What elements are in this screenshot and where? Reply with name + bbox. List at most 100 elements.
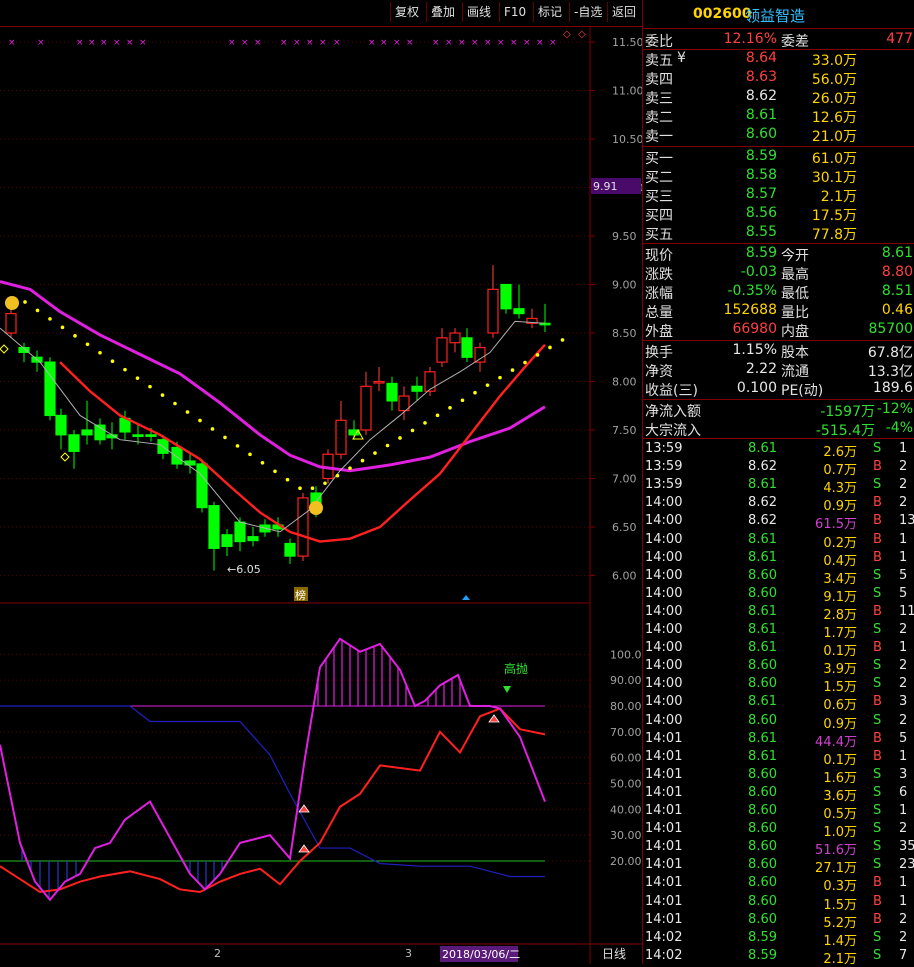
tick-row[interactable]: 14:01 8.60 3.6万 S 6 (643, 784, 914, 804)
signal-x-mark: × (293, 38, 301, 48)
candle-body (297, 497, 309, 557)
overlay-button[interactable]: 叠加 (426, 2, 459, 22)
tick-row[interactable]: 14:01 8.61 0.1万 B 1 (643, 748, 914, 768)
tick-count: 5 (899, 730, 908, 746)
tick-row[interactable]: 14:00 8.60 9.1万 S 5 (643, 585, 914, 605)
tick-row[interactable]: 13:59 8.61 2.6万 S 1 (643, 440, 914, 460)
stat-label: 总量 (645, 305, 673, 321)
stat-value: 85700 (868, 321, 913, 337)
tick-price: 8.59 (748, 947, 777, 963)
tick-row[interactable]: 13:59 8.61 4.3万 S 2 (643, 476, 914, 496)
tick-row[interactable]: 14:01 8.60 0.3万 B 1 (643, 874, 914, 894)
tick-row[interactable]: 14:01 8.60 1.5万 B 1 (643, 893, 914, 913)
candle-body (55, 414, 67, 436)
tick-time: 14:00 (645, 531, 683, 547)
candle-body (487, 288, 499, 334)
support-dot (398, 436, 402, 440)
tick-row[interactable]: 14:01 8.61 44.4万 B 5 (643, 730, 914, 750)
tick-price: 8.60 (748, 676, 777, 692)
tick-row[interactable]: 14:00 8.61 0.4万 B 1 (643, 549, 914, 569)
tick-row[interactable]: 14:00 8.61 2.8万 B 11 (643, 603, 914, 623)
fund-value: 2.22 (745, 361, 777, 377)
stock-name: 领益智造 (745, 7, 806, 25)
stat-label: 外盘 (645, 324, 673, 340)
ask-price: 8.63 (745, 69, 777, 85)
signal-x-mark: × (510, 38, 518, 48)
tick-row[interactable]: 14:01 8.60 1.6万 S 3 (643, 766, 914, 786)
tick-side: S (873, 929, 882, 945)
ask-volume: 12.6万 (811, 110, 857, 126)
tick-row[interactable]: 14:00 8.60 3.4万 S 5 (643, 567, 914, 587)
tick-row[interactable]: 14:00 8.60 3.9万 S 2 (643, 657, 914, 677)
support-dot (23, 300, 27, 304)
support-dot (198, 418, 202, 423)
tick-row[interactable]: 14:01 8.60 51.6万 S 35 (643, 838, 914, 858)
month-label-3: 3 (405, 947, 412, 960)
tick-count: 7 (899, 947, 908, 963)
tick-row[interactable]: 14:00 8.61 0.6万 B 3 (643, 693, 914, 713)
tick-row[interactable]: 14:00 8.61 0.1万 B 1 (643, 639, 914, 659)
indicator-tick-label: 100.0 (610, 648, 642, 661)
kline-chart[interactable]: 11.5011.0010.5010.009.509.008.508.007.50… (0, 26, 642, 964)
tick-count: 2 (899, 929, 908, 945)
tick-time: 14:01 (645, 803, 683, 818)
support-dot (423, 421, 427, 425)
weicha-value: 477 (886, 31, 913, 47)
tick-row[interactable]: 14:00 8.62 0.9万 B 2 (643, 494, 914, 514)
support-dot (285, 477, 290, 482)
tick-row[interactable]: 14:01 8.60 1.0万 S 2 (643, 820, 914, 840)
bid-label: 买一 (645, 151, 673, 167)
tick-time: 14:00 (645, 640, 683, 656)
tick-side: B (873, 748, 882, 764)
tick-row[interactable]: 14:00 8.60 0.9万 S 2 (643, 712, 914, 732)
tick-price: 8.60 (748, 875, 777, 891)
tick-row[interactable]: 14:00 8.60 1.5万 S 2 (643, 675, 914, 695)
tick-row[interactable]: 14:02 8.59 2.1万 S 7 (643, 947, 914, 967)
flow-label: 大宗流入 (645, 423, 701, 439)
tick-side: B (873, 911, 882, 927)
tick-row[interactable]: 14:01 8.60 27.1万 S 23 (643, 856, 914, 876)
tick-row[interactable]: 13:59 8.62 0.7万 B 2 (643, 458, 914, 478)
tick-time: 14:01 (645, 893, 683, 909)
tick-price: 8.61 (748, 622, 777, 637)
signal-x-mark: × (88, 38, 96, 48)
indicator-red-line (0, 707, 546, 894)
down-arrow-icon (503, 686, 511, 693)
add-watchlist-button[interactable]: -自选 (569, 2, 606, 22)
tick-count: 23 (899, 857, 914, 873)
tick-row[interactable]: 14:01 8.60 0.5万 S 1 (643, 802, 914, 822)
back-button[interactable]: 返回 (607, 2, 640, 22)
bid-volume: 77.8万 (811, 227, 857, 243)
ask5-extra: ¥ (677, 50, 686, 66)
f10-button[interactable]: F10 (499, 2, 530, 22)
support-dot (373, 451, 377, 455)
tick-count: 2 (899, 676, 908, 692)
indicator-tick-label: 80.00 (610, 700, 642, 713)
tick-row[interactable]: 14:01 8.60 5.2万 B 2 (643, 911, 914, 931)
indicator-tick-label: 20.00 (610, 855, 642, 868)
fund-value: 1.15% (732, 342, 777, 358)
tick-count: 2 (899, 622, 908, 637)
signal-x-mark: × (432, 38, 440, 48)
support-dot (273, 469, 277, 474)
support-dot (135, 376, 140, 380)
tick-row[interactable]: 14:00 8.61 1.7万 S 2 (643, 621, 914, 641)
draw-line-button[interactable]: 画线 (462, 2, 495, 22)
tick-count: 2 (899, 477, 908, 493)
signal-x-mark: × (471, 38, 479, 48)
support-dot (460, 398, 465, 403)
support-dot (160, 393, 165, 397)
tick-row[interactable]: 14:00 8.61 0.2万 B 1 (643, 531, 914, 551)
candle-body (411, 385, 423, 392)
tick-side: S (873, 821, 882, 837)
fuquan-button[interactable]: 复权 (390, 2, 423, 22)
diamond-marker-icon-2 (60, 452, 70, 462)
tick-price: 8.60 (748, 766, 777, 782)
tick-price: 8.60 (748, 911, 777, 927)
stat-value: -0.03 (740, 264, 777, 280)
mark-button[interactable]: 标记 (533, 2, 566, 22)
tick-row[interactable]: 14:00 8.62 61.5万 B 13 (643, 512, 914, 532)
support-dot (173, 401, 177, 406)
period-label[interactable]: 日线 (602, 947, 626, 961)
tick-row[interactable]: 14:02 8.59 1.4万 S 2 (643, 929, 914, 949)
